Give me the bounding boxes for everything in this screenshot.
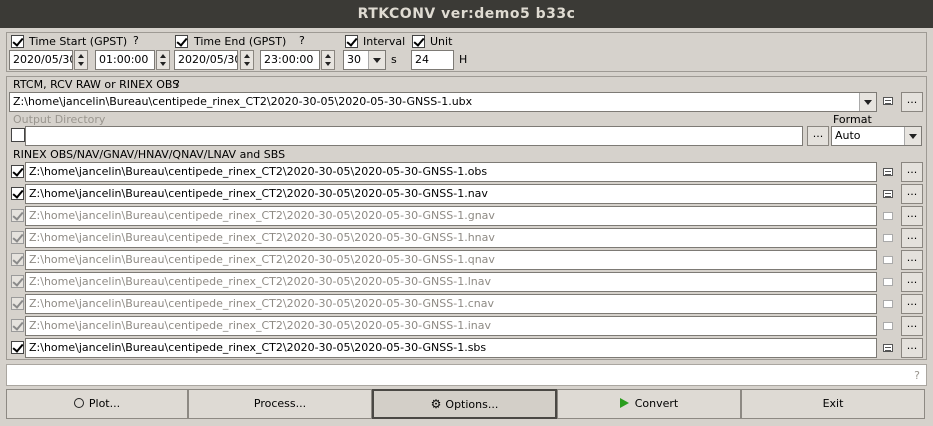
time-end-time-input[interactable]: 23:00:00 xyxy=(260,50,320,70)
output-hnav-view-icon[interactable] xyxy=(883,234,893,242)
output-qnav-view-icon[interactable] xyxy=(883,256,893,264)
time-end-date-spinner[interactable] xyxy=(240,50,254,70)
output-lnav-checkbox[interactable] xyxy=(11,275,24,288)
process-button-label: Process... xyxy=(253,397,307,410)
output-inav-checkbox[interactable] xyxy=(11,319,24,332)
output-obs-view-icon[interactable] xyxy=(883,168,893,176)
time-end-time-spinner[interactable] xyxy=(321,50,335,70)
window-title: RTKCONV ver:demo5 b33c xyxy=(0,0,933,28)
time-start-date-spinner[interactable] xyxy=(74,50,88,70)
input-file-dropdown-arrow[interactable] xyxy=(859,93,876,111)
time-start-time-spinner[interactable] xyxy=(156,50,170,70)
outputs-label: RINEX OBS/NAV/GNAV/HNAV/QNAV/LNAV and SB… xyxy=(13,148,286,161)
output-inav-view-icon[interactable] xyxy=(883,322,893,330)
clock-icon xyxy=(73,398,84,408)
exit-button[interactable]: Exit xyxy=(741,389,925,419)
output-obs-checkbox[interactable] xyxy=(11,165,24,178)
output-gnav-browse-button[interactable]: ... xyxy=(901,206,923,226)
output-hnav-browse-button[interactable]: ... xyxy=(901,228,923,248)
output-gnav-path[interactable]: Z:\home\jancelin\Bureau\centipede_rinex_… xyxy=(25,206,877,226)
time-start-date-input[interactable]: 2020/05/30 xyxy=(9,50,73,70)
output-inav-browse-button[interactable]: ... xyxy=(901,316,923,336)
status-bar: ? xyxy=(6,364,927,386)
output-qnav-browse-button[interactable]: ... xyxy=(901,250,923,270)
convert-button[interactable]: Convert xyxy=(557,389,741,419)
output-sbs-browse-button[interactable]: ... xyxy=(901,338,923,358)
format-dropdown-arrow[interactable] xyxy=(904,127,921,145)
time-end-date-input[interactable]: 2020/05/30 xyxy=(174,50,238,70)
unit-label: Unit xyxy=(430,35,453,48)
time-panel: Time Start (GPST) ? 2020/05/30 01:00:00 … xyxy=(6,32,927,72)
time-start-help[interactable]: ? xyxy=(133,34,139,48)
interval-unit: s xyxy=(391,53,397,66)
interval-label: Interval xyxy=(363,35,406,48)
time-end-label: Time End (GPST) xyxy=(194,35,287,48)
output-gnav-view-icon[interactable] xyxy=(883,212,893,220)
unit-input[interactable]: 24 xyxy=(411,50,454,70)
output-qnav-checkbox[interactable] xyxy=(11,253,24,266)
output-sbs-view-icon[interactable] xyxy=(883,344,893,352)
output-sbs-path[interactable]: Z:\home\jancelin\Bureau\centipede_rinex_… xyxy=(25,338,877,358)
output-nav-browse-button[interactable]: ... xyxy=(901,184,923,204)
output-cnav-checkbox[interactable] xyxy=(11,297,24,310)
play-icon xyxy=(619,398,629,408)
output-lnav-path[interactable]: Z:\home\jancelin\Bureau\centipede_rinex_… xyxy=(25,272,877,292)
interval-checkbox[interactable] xyxy=(345,35,358,48)
output-lnav-browse-button[interactable]: ... xyxy=(901,272,923,292)
input-file-combo[interactable]: Z:\home\jancelin\Bureau\centipede_rinex_… xyxy=(9,92,877,112)
input-browse-button[interactable]: ... xyxy=(901,92,923,112)
process-button[interactable]: Process... xyxy=(188,389,372,419)
output-obs-browse-button[interactable]: ... xyxy=(901,162,923,182)
time-start-time-input[interactable]: 01:00:00 xyxy=(95,50,155,70)
time-start-label: Time Start (GPST) xyxy=(29,35,128,48)
time-end-help[interactable]: ? xyxy=(299,34,305,48)
files-panel: RTCM, RCV RAW or RINEX OBS ? Z:\home\jan… xyxy=(6,76,927,360)
main-window: Time Start (GPST) ? 2020/05/30 01:00:00 … xyxy=(0,28,933,426)
input-view-icon[interactable] xyxy=(883,97,893,105)
time-end-checkbox[interactable] xyxy=(175,35,188,48)
input-help[interactable]: ? xyxy=(174,78,180,92)
input-label: RTCM, RCV RAW or RINEX OBS xyxy=(13,78,180,91)
output-nav-checkbox[interactable] xyxy=(11,187,24,200)
interval-dropdown-arrow[interactable] xyxy=(368,51,385,69)
plot-button-label: Plot... xyxy=(88,397,121,410)
output-nav-view-icon[interactable] xyxy=(883,190,893,198)
output-lnav-view-icon[interactable] xyxy=(883,278,893,286)
output-dir-browse-button[interactable]: ... xyxy=(807,126,829,146)
output-hnav-checkbox[interactable] xyxy=(11,231,24,244)
exit-button-label: Exit xyxy=(822,397,844,410)
output-cnav-path[interactable]: Z:\home\jancelin\Bureau\centipede_rinex_… xyxy=(25,294,877,314)
output-gnav-checkbox[interactable] xyxy=(11,209,24,222)
format-label: Format xyxy=(833,113,872,126)
plot-button[interactable]: Plot... xyxy=(6,389,188,419)
output-dir-label: Output Directory xyxy=(13,113,106,126)
status-help[interactable]: ? xyxy=(914,369,920,383)
options-button-label: Options... xyxy=(445,398,499,411)
output-dir-input[interactable] xyxy=(25,126,803,146)
time-start-checkbox[interactable] xyxy=(11,35,24,48)
output-dir-checkbox[interactable] xyxy=(11,128,25,142)
output-hnav-path[interactable]: Z:\home\jancelin\Bureau\centipede_rinex_… xyxy=(25,228,877,248)
output-inav-path[interactable]: Z:\home\jancelin\Bureau\centipede_rinex_… xyxy=(25,316,877,336)
output-nav-path[interactable]: Z:\home\jancelin\Bureau\centipede_rinex_… xyxy=(25,184,877,204)
output-cnav-view-icon[interactable] xyxy=(883,300,893,308)
unit-unit: H xyxy=(459,53,468,66)
options-button[interactable]: ⚙ Options... xyxy=(372,389,557,419)
gear-icon: ⚙ xyxy=(430,397,442,411)
output-obs-path[interactable]: Z:\home\jancelin\Bureau\centipede_rinex_… xyxy=(25,162,877,182)
convert-button-label: Convert xyxy=(634,397,679,410)
output-qnav-path[interactable]: Z:\home\jancelin\Bureau\centipede_rinex_… xyxy=(25,250,877,270)
unit-checkbox[interactable] xyxy=(412,35,425,48)
output-sbs-checkbox[interactable] xyxy=(11,341,24,354)
output-cnav-browse-button[interactable]: ... xyxy=(901,294,923,314)
